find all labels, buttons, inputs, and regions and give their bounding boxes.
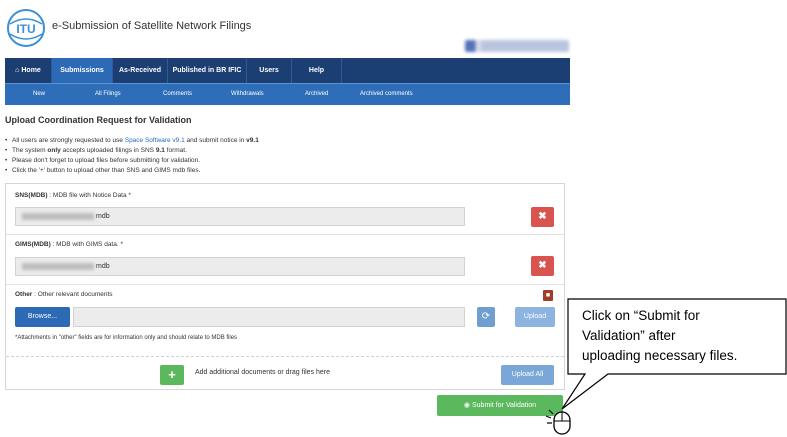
subnav-item-withdrawals[interactable]: Withdrawals: [231, 84, 264, 104]
attachments-note: *Attachments in "other" fields are for i…: [15, 335, 238, 341]
instruction-item: Click the '+' button to upload other tha…: [5, 166, 259, 176]
divider: [6, 234, 564, 235]
nav-item-published-br-ific[interactable]: Published in BR IFIC: [168, 58, 247, 83]
sub-navbar: New All Filings Comments Withdrawals Arc…: [5, 83, 570, 105]
divider: [6, 284, 564, 285]
nav-item-submissions[interactable]: Submissions: [52, 58, 113, 83]
browse-button[interactable]: Browse...: [15, 307, 70, 327]
remove-sns-button[interactable]: ✖: [531, 207, 554, 227]
app-title: e-Submission of Satellite Network Filing…: [52, 20, 252, 32]
nav-item-help[interactable]: Help: [292, 58, 342, 83]
nav-item-label: As-Received: [118, 67, 162, 74]
close-icon: ✖: [538, 211, 547, 222]
nav-item-users[interactable]: Users: [247, 58, 292, 83]
mouse-icon: [545, 409, 571, 435]
nav-item-as-received[interactable]: As-Received: [113, 58, 168, 83]
nav-item-label: Users: [259, 67, 279, 74]
nav-item-home[interactable]: ⌂ Home: [5, 58, 52, 83]
globe-icon: ◉: [463, 402, 471, 409]
callout-text: Click on “Submit for Validation” after u…: [582, 308, 738, 363]
other-file-field[interactable]: [73, 307, 465, 327]
sns-file-field[interactable]: mdb: [15, 207, 465, 226]
nav-item-label: Home: [21, 67, 41, 74]
plus-icon: +: [168, 367, 176, 382]
add-documents-button[interactable]: +: [160, 365, 184, 385]
gims-file-field[interactable]: mdb: [15, 257, 465, 276]
other-label: Other : Other relevant documents: [15, 291, 113, 298]
blurred-filename: [22, 212, 94, 220]
subnav-item-all-filings[interactable]: All Filings: [95, 84, 121, 104]
refresh-icon[interactable]: ⟳: [477, 307, 495, 327]
instruction-item: Please don't forget to upload files befo…: [5, 156, 259, 166]
instructions-list: All users are strongly requested to use …: [5, 136, 259, 176]
subnav-item-new[interactable]: New: [33, 84, 45, 104]
drop-zone-label: Add additional documents or drag files h…: [195, 369, 331, 376]
subnav-item-comments[interactable]: Comments: [163, 84, 192, 104]
nav-item-label: Published in BR IFIC: [172, 67, 242, 74]
blurred-filename: [22, 262, 94, 270]
home-icon: ⌂: [15, 67, 20, 74]
instruction-item: The system only accepts uploaded filings…: [5, 146, 259, 156]
main-navbar: ⌂ Home Submissions As-Received Published…: [5, 58, 570, 83]
nav-item-label: Submissions: [60, 67, 104, 74]
logo-text: ITU: [16, 22, 35, 36]
remove-gims-button[interactable]: ✖: [531, 256, 554, 276]
user-account-blurred[interactable]: [465, 40, 569, 52]
upload-panel: SNS(MDB) : MDB file with Notice Data * m…: [5, 183, 565, 390]
close-icon: ✖: [538, 260, 547, 271]
nav-item-label: Help: [308, 67, 325, 74]
instruction-item: All users are strongly requested to use …: [5, 136, 259, 146]
itu-logo[interactable]: ITU: [6, 8, 46, 48]
header: ITU e-Submission of Satellite Network Fi…: [0, 0, 570, 58]
drop-zone[interactable]: + Add additional documents or drag files…: [6, 356, 564, 389]
gims-label: GIMS(MDB) : MDB with GIMS data. *: [15, 241, 123, 248]
space-software-link[interactable]: Space Software v9.1: [125, 137, 185, 144]
subnav-item-archived-comments[interactable]: Archived comments: [360, 84, 413, 104]
subnav-item-archived[interactable]: Archived: [305, 84, 328, 104]
sns-label: SNS(MDB) : MDB file with Notice Data *: [15, 192, 131, 199]
page-title: Upload Coordination Request for Validati…: [5, 115, 192, 125]
